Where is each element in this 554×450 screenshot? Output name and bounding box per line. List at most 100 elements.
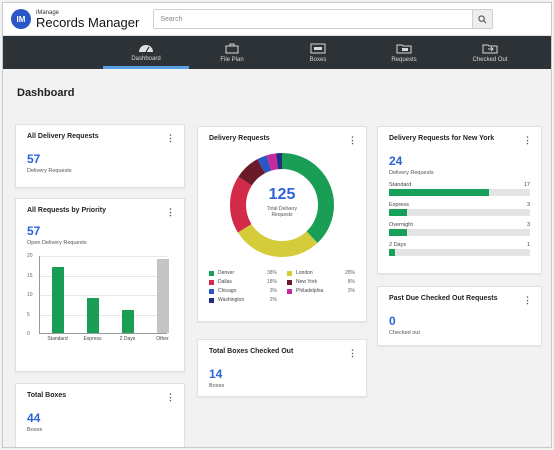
donut-chart: 125 Total Delivery Requests <box>227 150 337 260</box>
card-title: Past Due Checked Out Requests <box>389 295 498 302</box>
more-menu-icon[interactable]: ⋮ <box>166 207 175 218</box>
bar-2-days[interactable] <box>121 309 134 333</box>
y-tick-label: 0 <box>27 331 30 337</box>
card-sub: Checked out <box>389 330 420 336</box>
card-new-york-requests: Delivery Requests for New York ⋮ 24 Deli… <box>377 126 542 274</box>
y-tick-label: 15 <box>27 272 33 279</box>
bar-other[interactable] <box>156 258 169 333</box>
progress-count: 3 <box>526 222 530 228</box>
legend-label: London <box>296 270 313 276</box>
progress-label: 2 Days <box>389 242 407 248</box>
more-menu-icon[interactable]: ⋮ <box>166 133 175 144</box>
progress-label: Standard <box>389 182 412 188</box>
card-title: Delivery Requests for New York <box>389 135 495 142</box>
progress-count: 17 <box>523 182 530 188</box>
app-logo: IM <box>11 9 31 29</box>
legend-item: London 28% <box>287 270 355 276</box>
legend-item: Washington 2% <box>209 297 277 303</box>
briefcase-icon <box>225 43 239 53</box>
nav-dashboard[interactable]: Dashboard <box>103 36 189 69</box>
legend-percent: 38% <box>266 270 277 276</box>
progress-label-row: Express 3 <box>389 202 530 208</box>
legend-percent: 8% <box>347 279 355 285</box>
nav-label: Dashboard <box>131 56 161 62</box>
progress-row: 2 Days 1 <box>389 242 530 256</box>
chart-plot-area: Standard Express 2 Days Other <box>39 256 169 342</box>
brand: iManage Records Manager <box>36 10 139 29</box>
legend-swatch <box>209 297 214 303</box>
card-requests-by-priority: All Requests by Priority ⋮ 57 Open Deliv… <box>15 198 185 372</box>
progress-label-row: Standard 17 <box>389 182 530 188</box>
progress-label: Overnight <box>389 222 413 228</box>
search-input[interactable]: Search <box>153 9 494 29</box>
progress-row: Standard 17 <box>389 182 530 196</box>
card-total-boxes: Total Boxes ⋮ 44 Boxes <box>15 383 185 447</box>
bar-standard[interactable] <box>51 266 64 333</box>
donut-center-label: Total Delivery Requests <box>266 206 297 218</box>
legend-label: Washington <box>218 297 245 303</box>
progress-track <box>389 229 530 236</box>
legend-percent: 28% <box>344 270 355 276</box>
legend-label: Dallas <box>218 279 232 285</box>
more-menu-icon[interactable]: ⋮ <box>523 295 532 306</box>
donut-center-value: 125 <box>268 186 296 203</box>
legend-swatch <box>209 270 214 276</box>
priority-bar-chart: Standard Express 2 Days Other 20 15 10 5 0 <box>27 253 173 346</box>
folder-request-icon <box>396 44 412 53</box>
progress-row: Express 3 <box>389 202 530 216</box>
card-value: 44 <box>27 411 41 425</box>
nav-label: Requests <box>391 56 417 63</box>
progress-label: Express <box>389 202 409 208</box>
legend-item: Denver 38% <box>209 270 277 276</box>
card-value: 14 <box>209 367 223 381</box>
card-value: 24 <box>389 154 403 168</box>
legend-item: Chicago 3% <box>209 288 277 294</box>
card-title: All Requests by Priority <box>27 207 106 214</box>
card-sub: Delivery Requests <box>389 170 434 176</box>
search-placeholder: Search <box>160 15 183 23</box>
brand-name: Records Manager <box>36 14 140 30</box>
card-all-delivery-requests: All Delivery Requests ⋮ 57 Delivery Requ… <box>15 124 185 188</box>
progress-fill <box>389 189 490 196</box>
legend-swatch <box>209 279 214 285</box>
card-value: 57 <box>27 224 41 238</box>
search-button[interactable] <box>472 10 493 28</box>
nav-file-plan[interactable]: File Plan <box>189 36 275 69</box>
card-title: Total Boxes <box>27 392 67 399</box>
legend-percent: 18% <box>266 279 277 285</box>
nav-requests[interactable]: Requests <box>361 36 447 69</box>
card-value: 57 <box>27 152 41 166</box>
donut-legend: Denver 38% London 28% Dallas 18% New York 8% Chi… <box>209 270 355 303</box>
progress-label-row: 2 Days 1 <box>389 242 530 248</box>
y-tick-label: 5 <box>27 311 30 318</box>
progress-row: Overnight 3 <box>389 222 530 236</box>
legend-item: New York 8% <box>287 279 355 285</box>
legend-swatch <box>209 288 214 294</box>
x-tick-label: Express <box>83 336 102 342</box>
card-sub: Boxes <box>27 427 43 433</box>
progress-list: Standard 17 Express 3 Overnight 3 2 Days 1 <box>389 182 530 256</box>
more-menu-icon[interactable]: ⋮ <box>348 135 357 146</box>
box-icon <box>310 43 326 53</box>
card-title: Total Boxes Checked Out <box>209 348 294 355</box>
card-sub: Delivery Requests <box>27 168 72 174</box>
nav-boxes[interactable]: Boxes <box>275 36 361 69</box>
legend-swatch <box>287 270 292 276</box>
y-tick-label: 20 <box>27 253 33 259</box>
more-menu-icon[interactable]: ⋮ <box>166 392 175 403</box>
search-icon <box>478 14 487 23</box>
progress-label-row: Overnight 3 <box>389 222 530 228</box>
legend-label: Philadelphia <box>296 288 324 294</box>
more-menu-icon[interactable]: ⋮ <box>348 348 357 359</box>
bar-express[interactable] <box>86 297 99 333</box>
legend-percent: 3% <box>269 288 277 294</box>
nav-checked-out[interactable]: Checked Out <box>447 36 533 69</box>
page-title: Dashboard <box>17 87 75 99</box>
more-menu-icon[interactable]: ⋮ <box>523 135 532 146</box>
y-tick-label: 10 <box>27 292 33 298</box>
progress-count: 1 <box>526 242 530 248</box>
x-tick-label: 2 Days <box>119 336 136 342</box>
card-sub: Boxes <box>209 383 225 389</box>
top-bar: IM iManage Records Manager Search <box>3 3 551 36</box>
card-title: Delivery Requests <box>209 135 270 142</box>
